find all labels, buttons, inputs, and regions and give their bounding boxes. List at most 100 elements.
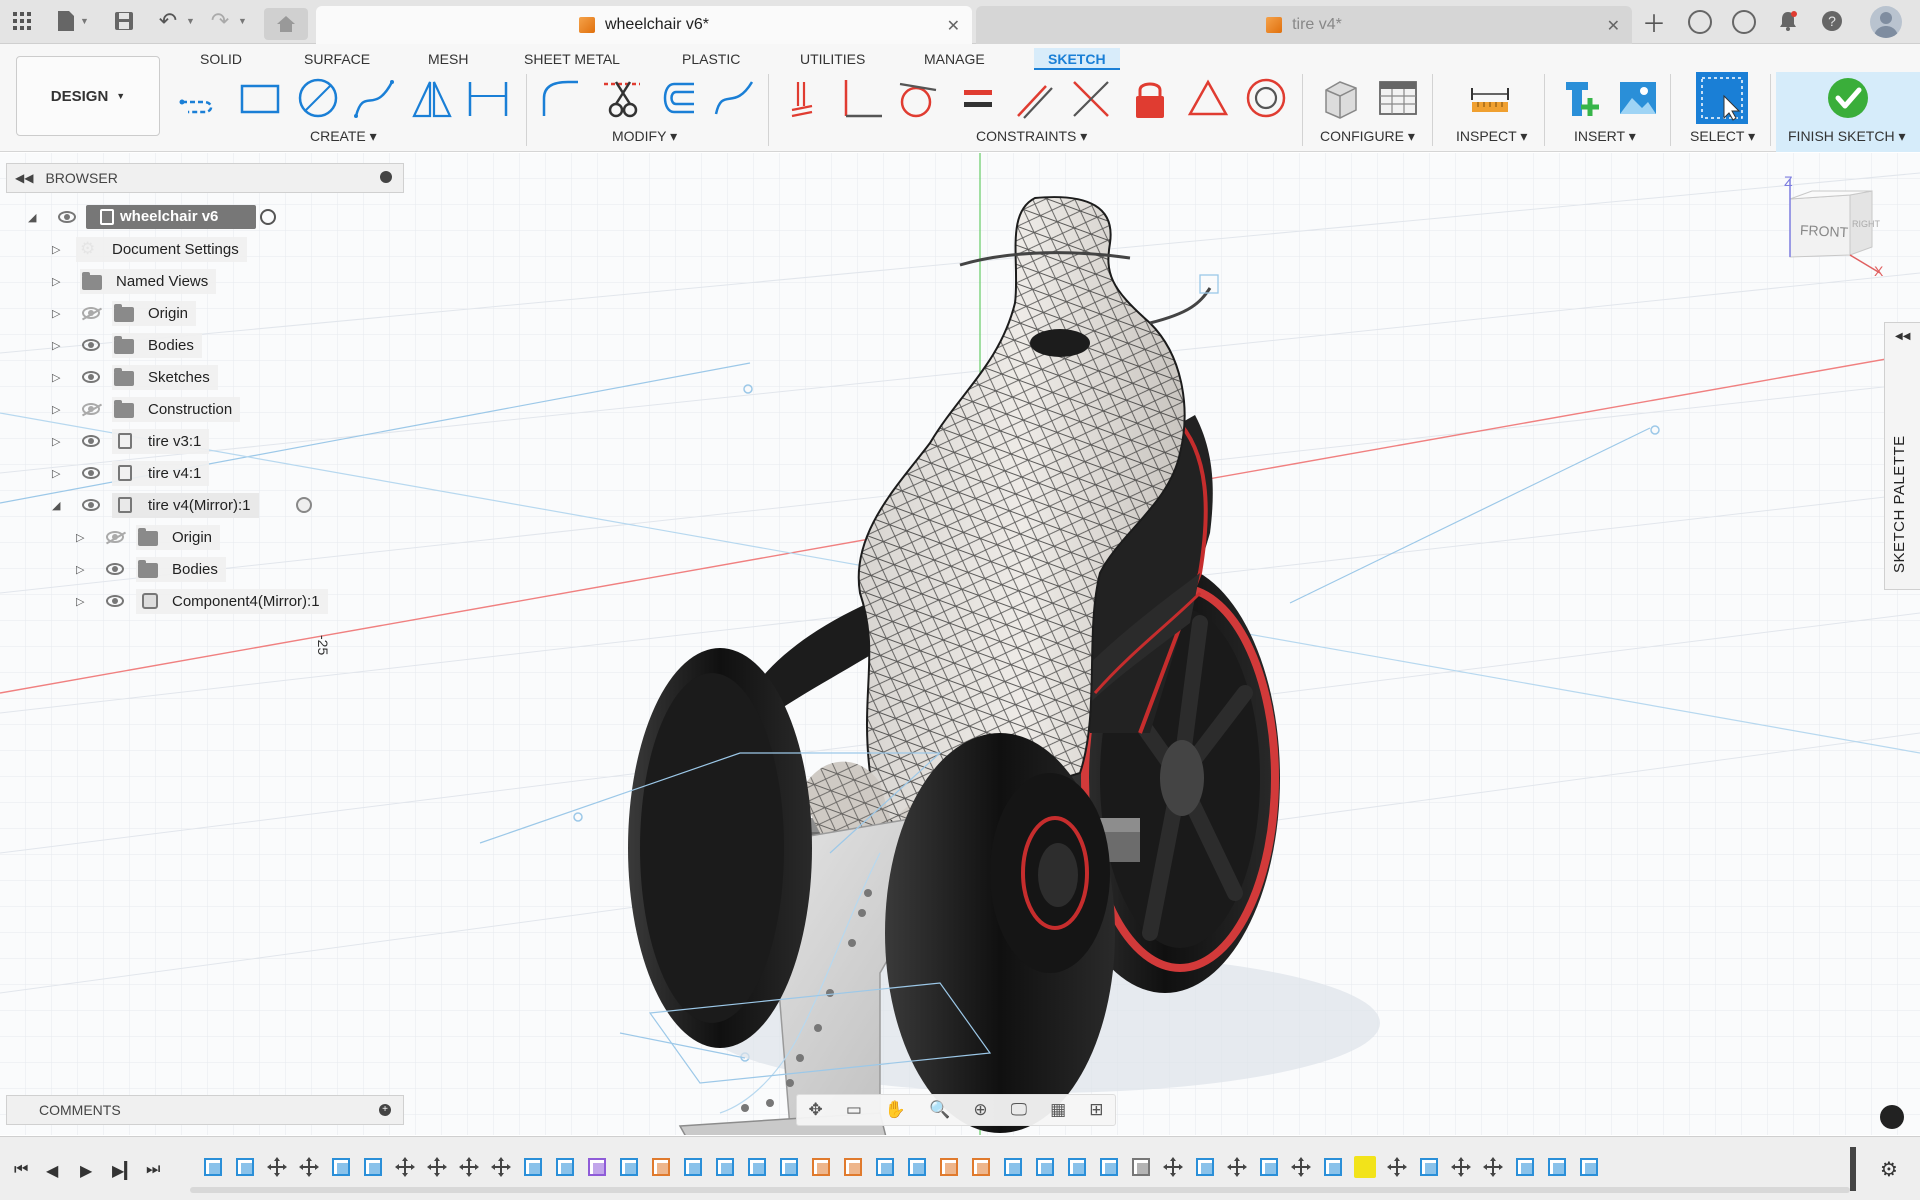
timeline-extrude-feature-icon[interactable] (842, 1156, 864, 1178)
hidden-eye-icon[interactable] (82, 307, 100, 319)
timeline-move-feature-icon[interactable] (1290, 1156, 1312, 1178)
offset-tool-icon[interactable] (654, 76, 698, 120)
save-icon[interactable] (112, 9, 136, 33)
configure-table-icon[interactable] (1376, 76, 1420, 120)
finish-sketch-button[interactable]: FINISH SKETCH ▾ (1776, 72, 1920, 152)
orbit-icon[interactable]: ✥ (809, 1100, 823, 1120)
timeline-sketch-feature-icon[interactable] (554, 1156, 576, 1178)
timeline-scrollbar[interactable] (190, 1187, 1850, 1193)
coincident-constraint-icon[interactable] (784, 76, 828, 120)
timeline-move-feature-icon[interactable] (394, 1156, 416, 1178)
configure-cube-icon[interactable] (1318, 76, 1362, 120)
collapsed-arrow-icon[interactable]: ▷ (76, 595, 84, 608)
job-status-icon[interactable] (1732, 10, 1756, 34)
zoom-icon[interactable]: 🔍 (929, 1100, 950, 1120)
timeline-body-feature-icon[interactable] (586, 1156, 608, 1178)
sketch-curve-tool-icon[interactable] (712, 76, 756, 120)
timeline-sketch-feature-icon[interactable] (522, 1156, 544, 1178)
tree-item-bodies[interactable]: ▷ Bodies (6, 329, 404, 361)
timeline-sketch-feature-icon[interactable] (874, 1156, 896, 1178)
tangent-constraint-icon[interactable] (896, 76, 940, 120)
help-icon[interactable]: ? (1820, 9, 1844, 33)
timeline-move-feature-icon[interactable] (266, 1156, 288, 1178)
mirror-tool-icon[interactable] (410, 76, 454, 120)
feedback-icon[interactable] (1880, 1105, 1904, 1129)
hidden-eye-icon[interactable] (106, 531, 124, 543)
collapsed-arrow-icon[interactable]: ▷ (52, 243, 60, 256)
close-tab-icon[interactable]: ✕ (947, 16, 960, 36)
visibility-eye-icon[interactable] (82, 467, 100, 479)
notifications-bell-icon[interactable] (1776, 9, 1800, 33)
timeline-sketch-feature-icon[interactable] (1418, 1156, 1440, 1178)
expand-palette-icon[interactable]: ◀◀ (1895, 331, 1910, 342)
equal-constraint-icon[interactable] (956, 76, 1000, 120)
pan-icon[interactable]: ✋ (885, 1100, 906, 1120)
circle-tool-icon[interactable] (296, 76, 340, 120)
tree-subitem-component4-mirror[interactable]: ▷ Component4(Mirror):1 (6, 585, 404, 617)
timeline-sketch-feature-icon[interactable] (1514, 1156, 1536, 1178)
timeline-move-feature-icon[interactable] (1162, 1156, 1184, 1178)
comments-panel[interactable]: COMMENTS + (6, 1095, 404, 1125)
expanded-arrow-icon[interactable]: ◢ (52, 499, 60, 512)
visibility-eye-icon[interactable] (82, 499, 100, 511)
tab-sketch[interactable]: SKETCH (1034, 48, 1120, 70)
rectangle-tool-icon[interactable] (238, 76, 282, 120)
timeline-sketch-feature-icon[interactable] (714, 1156, 736, 1178)
display-settings-icon[interactable]: 🖵 (1011, 1100, 1027, 1120)
tree-item-named-views[interactable]: ▷ Named Views (6, 265, 404, 297)
timeline-move-feature-icon[interactable] (1226, 1156, 1248, 1178)
add-comment-icon[interactable]: + (379, 1104, 391, 1116)
activate-radio-icon[interactable] (296, 497, 312, 513)
collapsed-arrow-icon[interactable]: ▷ (52, 403, 60, 416)
workspace-switcher[interactable]: DESIGN ▼ (16, 56, 160, 136)
visibility-eye-icon[interactable] (82, 435, 100, 447)
sketch-palette-tab[interactable]: ◀◀ SKETCH PALETTE (1884, 322, 1920, 590)
tree-item-tire-v4-mirror[interactable]: ◢ tire v4(Mirror):1 (6, 489, 404, 521)
tree-item-construction[interactable]: ▷ Construction (6, 393, 404, 425)
select-tool-icon[interactable] (1696, 72, 1748, 124)
timeline-sketch-feature-icon[interactable] (1002, 1156, 1024, 1178)
step-back-icon[interactable]: ◀ (46, 1161, 58, 1181)
timeline-pattern-feature-icon[interactable] (1130, 1156, 1152, 1178)
line-tool-icon[interactable] (178, 76, 222, 120)
document-tab-wheelchair[interactable]: wheelchair v6* ✕ (316, 6, 972, 44)
visibility-eye-icon[interactable] (82, 371, 100, 383)
configure-menu[interactable]: CONFIGURE ▾ (1320, 128, 1415, 145)
tree-subitem-bodies[interactable]: ▷ Bodies (6, 553, 404, 585)
home-button[interactable] (264, 8, 308, 40)
timeline-active-group-icon[interactable] (1354, 1156, 1376, 1178)
rear-wheel-left[interactable] (628, 648, 812, 1048)
viewcube[interactable]: FRONT RIGHT Z X (1780, 173, 1890, 279)
collapsed-arrow-icon[interactable]: ▷ (52, 435, 60, 448)
timeline-move-feature-icon[interactable] (426, 1156, 448, 1178)
timeline-marker[interactable] (1850, 1147, 1856, 1191)
timeline-extrude-feature-icon[interactable] (650, 1156, 672, 1178)
file-menu-caret-icon[interactable]: ▼ (80, 16, 89, 26)
extensions-icon[interactable] (1688, 10, 1712, 34)
visibility-eye-icon[interactable] (82, 339, 100, 351)
tree-item-origin[interactable]: ▷ Origin (6, 297, 404, 329)
timeline-move-feature-icon[interactable] (298, 1156, 320, 1178)
redo-icon[interactable]: ↷ (208, 8, 232, 33)
timeline-sketch-feature-icon[interactable] (1066, 1156, 1088, 1178)
timeline-sketch-feature-icon[interactable] (1322, 1156, 1344, 1178)
timeline-sketch-feature-icon[interactable] (746, 1156, 768, 1178)
timeline-sketch-feature-icon[interactable] (778, 1156, 800, 1178)
timeline-move-feature-icon[interactable] (490, 1156, 512, 1178)
perpendicular-constraint-icon[interactable] (840, 76, 884, 120)
timeline-sketch-feature-icon[interactable] (906, 1156, 928, 1178)
tree-item-document-settings[interactable]: ▷ ⚙ Document Settings (6, 233, 404, 265)
tree-subitem-origin[interactable]: ▷ Origin (6, 521, 404, 553)
file-icon[interactable] (54, 9, 78, 33)
collinear-constraint-icon[interactable] (1068, 76, 1112, 120)
inspect-menu[interactable]: INSPECT ▾ (1456, 128, 1527, 145)
tree-item-tire-v4[interactable]: ▷ tire v4:1 (6, 457, 404, 489)
play-icon[interactable]: ▶ (80, 1161, 92, 1181)
modify-menu[interactable]: MODIFY ▾ (612, 128, 677, 145)
panel-options-icon[interactable] (380, 171, 392, 183)
collapsed-arrow-icon[interactable]: ▷ (52, 339, 60, 352)
tree-root[interactable]: ◢ wheelchair v6 (6, 201, 404, 233)
timeline-settings-gear-icon[interactable]: ⚙ (1880, 1157, 1898, 1182)
app-grid-icon[interactable] (10, 9, 34, 33)
timeline-move-feature-icon[interactable] (458, 1156, 480, 1178)
